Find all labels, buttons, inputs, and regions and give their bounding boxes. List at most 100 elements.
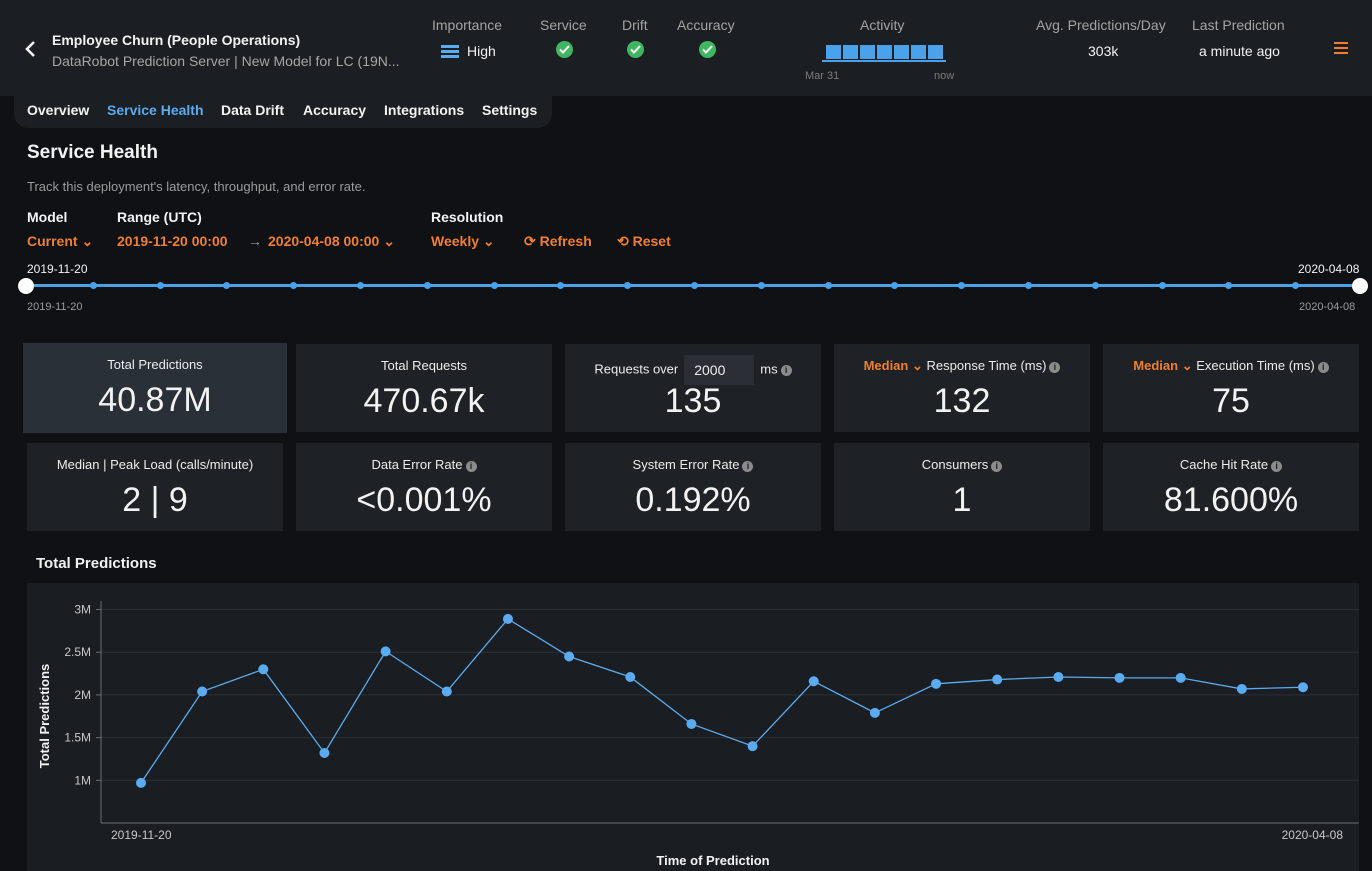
menu-icon[interactable] [1334,42,1348,54]
chevron-down-icon: ⌄ [911,358,923,373]
tile-requests-over[interactable]: Requests over 2000 ms i 135 [565,344,821,432]
info-icon[interactable]: i [1317,362,1329,373]
page-description: Track this deployment's latency, through… [27,179,366,194]
data-point[interactable] [1236,683,1247,694]
data-point[interactable] [380,646,391,657]
tile-value: 0.192% [635,481,751,519]
chevron-down-icon: ⌄ [482,233,495,249]
tile-label: Median ⌄ Response Time (ms) i [834,358,1090,374]
tile-load[interactable]: Median | Peak Load (calls/minute) 2 | 9 [27,443,283,531]
data-point[interactable] [1298,682,1308,693]
slider-tick [357,282,364,289]
x-axis-title: Time of Prediction [656,853,769,868]
data-point[interactable] [136,777,146,788]
slider-start-handle[interactable] [18,278,34,294]
info-icon[interactable]: i [991,461,1003,472]
info-icon[interactable]: i [465,461,477,472]
back-arrow-icon[interactable] [22,38,40,60]
y-tick-label: 2M [74,688,91,702]
importance-value: High [467,43,496,59]
tile-system-error-rate[interactable]: System Error Rate i 0.192% [565,443,821,531]
data-point[interactable] [686,718,697,729]
slider-max-date: 2020-04-08 [1299,301,1356,313]
tab-bar: Overview Service Health Data Drift Accur… [14,96,552,128]
resolution-dropdown[interactable]: Weekly ⌄ [431,233,495,250]
x-tick-label: 2019-11-20 [111,828,172,842]
importance-bars-icon [441,45,459,58]
tile-label: Median | Peak Load (calls/minute) [56,457,254,472]
info-icon[interactable]: i [742,461,754,472]
info-icon[interactable]: i [1049,362,1061,373]
model-dropdown[interactable]: Current ⌄ [27,233,93,250]
y-tick-label: 1.5M [64,731,91,745]
tile-label: System Error Rate i [565,457,821,472]
tile-value: 470.67k [363,382,485,420]
tile-value: <0.001% [356,481,492,519]
slider-tick [691,282,698,289]
info-icon[interactable]: i [1271,461,1283,472]
accuracy-label: Accuracy [677,17,735,33]
tab-service-health[interactable]: Service Health [107,102,204,118]
data-point[interactable] [441,686,452,697]
data-point[interactable] [564,651,575,662]
range-label: Range (UTC) [117,209,202,225]
tile-total-predictions[interactable]: Total Predictions 40.87M [23,343,287,433]
slider-end-handle[interactable] [1352,278,1368,294]
tab-overview[interactable]: Overview [27,102,89,118]
slider-tick [1091,282,1099,289]
data-point[interactable] [808,676,819,687]
data-point[interactable] [869,707,880,718]
data-point[interactable] [931,678,942,689]
stat-dropdown[interactable]: Median ⌄ [1133,358,1192,373]
data-point[interactable] [992,674,1003,685]
service-ok-icon [556,41,573,58]
service-label: Service [540,17,587,33]
data-point[interactable] [502,613,513,624]
arrow-right-icon: → [248,233,262,249]
reset-button[interactable]: ⟲ Reset [617,233,671,250]
info-icon[interactable]: i [780,365,792,377]
date-range-slider[interactable] [18,272,1370,300]
chevron-down-icon: ⌄ [1181,358,1193,373]
chevron-down-icon: ⌄ [383,233,395,249]
threshold-input[interactable]: 2000 [684,355,755,385]
data-point[interactable] [625,671,636,682]
data-point[interactable] [1053,671,1064,682]
data-point[interactable] [747,741,758,752]
slider-tick [1292,282,1300,289]
refresh-button[interactable]: ⟳ Refresh [524,233,592,250]
tile-value: 40.87M [98,381,212,419]
slider-tick [557,282,565,289]
data-point[interactable] [1175,672,1186,683]
tile-total-requests[interactable]: Total Requests 470.67k [296,344,552,432]
range-start-dropdown[interactable]: 2019-11-20 00:00 [117,233,228,249]
y-tick-label: 1M [74,773,91,787]
avg-predictions-label: Avg. Predictions/Day [1036,17,1166,33]
deployment-subtitle: DataRobot Prediction Server | New Model … [52,53,400,69]
range-end-dropdown[interactable]: 2020-04-08 00:00 ⌄ [268,233,395,250]
tab-integrations[interactable]: Integrations [384,102,464,118]
tile-data-error-rate[interactable]: Data Error Rate i <0.001% [296,443,552,531]
tab-accuracy[interactable]: Accuracy [303,102,366,118]
tile-response-time[interactable]: Median ⌄ Response Time (ms) i 132 [834,344,1090,432]
slider-tick [1158,282,1166,289]
stat-dropdown[interactable]: Median ⌄ [864,358,923,373]
y-tick-label: 3M [74,603,91,617]
tile-value: 135 [664,382,722,420]
data-point[interactable] [319,747,330,758]
series-line [140,618,1304,784]
tile-consumers[interactable]: Consumers i 1 [834,443,1090,531]
data-point[interactable] [258,664,269,675]
slider-tick [891,282,899,289]
slider-tick [757,282,765,289]
data-point[interactable] [1114,672,1125,683]
activity-baseline [822,60,946,62]
tile-cache-hit-rate[interactable]: Cache Hit Rate i 81.600% [1103,443,1359,531]
slider-tick [958,282,966,289]
page-title: Service Health [27,142,158,163]
tab-data-drift[interactable]: Data Drift [221,102,284,118]
data-point[interactable] [197,686,208,697]
tile-execution-time[interactable]: Median ⌄ Execution Time (ms) i 75 [1103,344,1359,432]
tile-label: Total Predictions [107,357,203,372]
tab-settings[interactable]: Settings [482,102,537,118]
